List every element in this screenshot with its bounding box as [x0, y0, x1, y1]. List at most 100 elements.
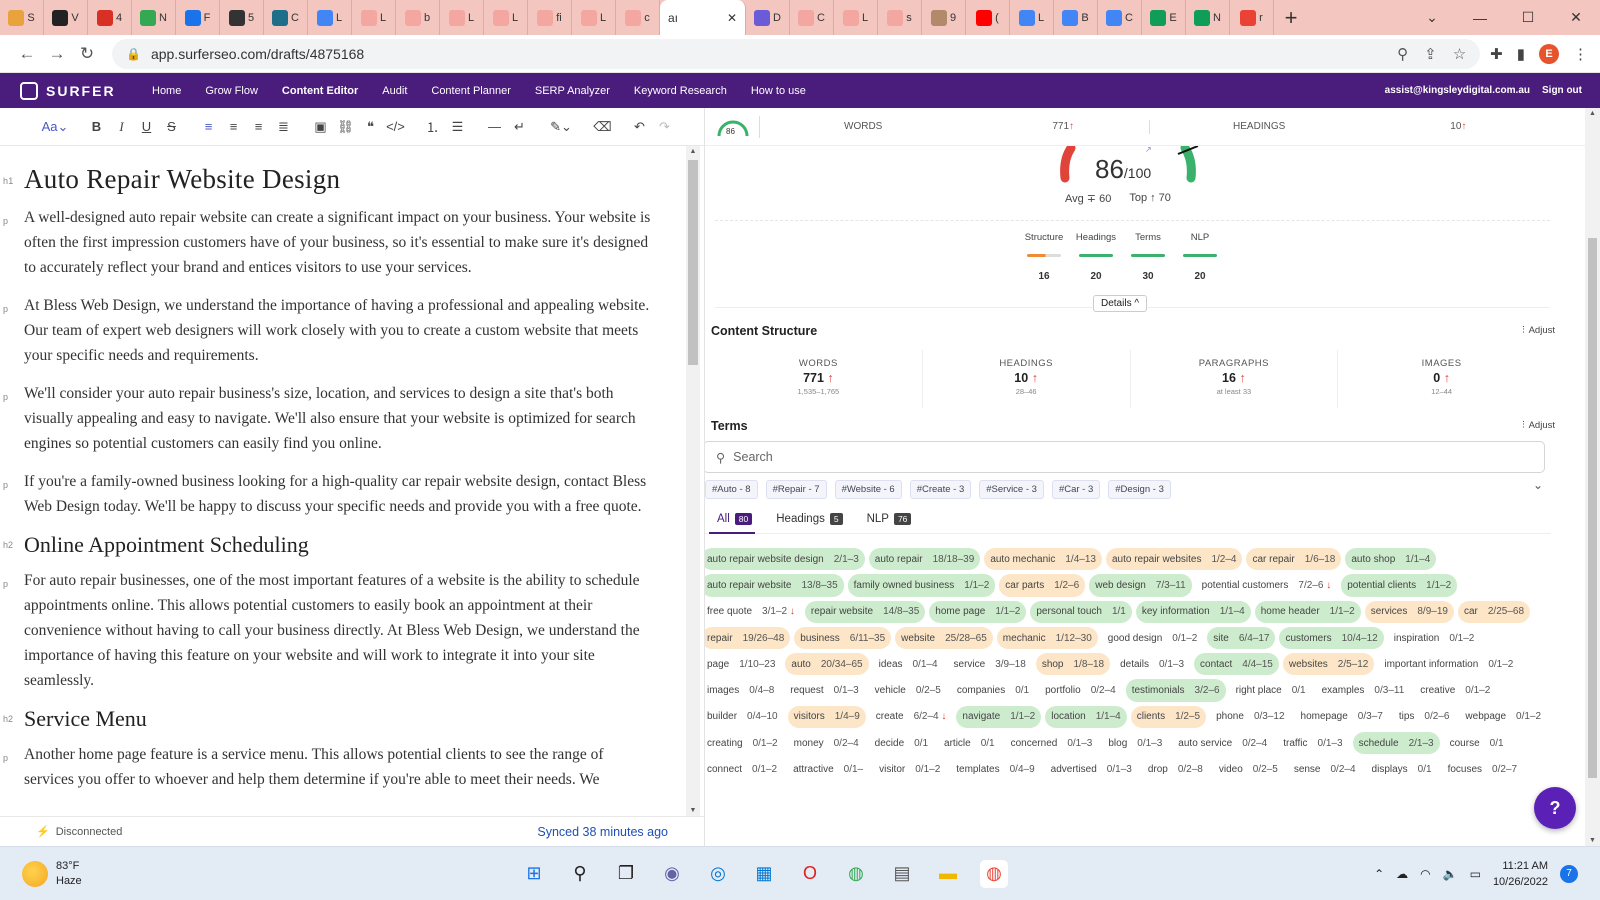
chevron-up-icon[interactable]: ⌃ [1374, 867, 1384, 881]
browser-tab[interactable]: 5 [220, 0, 264, 35]
browser-tab[interactable]: ( [966, 0, 1010, 35]
nav-content-editor[interactable]: Content Editor [270, 85, 370, 97]
ordered-list-icon[interactable]: ⒈ [420, 117, 445, 136]
nav-serp-analyzer[interactable]: SERP Analyzer [523, 85, 622, 97]
heading-2-scheduling[interactable]: h2 Online Appointment Scheduling [0, 532, 680, 558]
term-chip[interactable]: free quote 3/1–2 ↓ [705, 600, 801, 623]
term-chip[interactable]: drop 0/2–8 [1141, 758, 1209, 781]
redo-icon[interactable]: ↷ [652, 119, 677, 135]
term-chip[interactable]: contact 4/4–15 [1194, 653, 1279, 676]
term-chip[interactable]: portfolio 0/2–4 [1039, 679, 1122, 702]
panel-scrollbar[interactable]: ▲ ▼ [1585, 108, 1600, 846]
term-chip[interactable]: website 25/28–65 [895, 626, 993, 650]
notepad-icon[interactable]: ▤ [888, 860, 916, 888]
close-window-button[interactable]: ✕ [1552, 0, 1600, 35]
browser-tab[interactable]: fi [528, 0, 572, 35]
tab-search-icon[interactable]: ⌄ [1408, 0, 1456, 35]
font-size-dropdown[interactable]: Aa⌄ [38, 119, 72, 135]
term-chip[interactable]: websites 2/5–12 [1282, 653, 1375, 676]
help-chat-button[interactable]: ? [1534, 787, 1576, 829]
term-chip[interactable]: vehicle 0/2–5 [868, 679, 947, 702]
tab-headings[interactable]: Headings 5 [776, 513, 843, 525]
scroll-up-arrow[interactable]: ▲ [686, 148, 700, 155]
term-chip[interactable]: important information 0/1–2 [1378, 653, 1520, 676]
term-chip[interactable]: potential clients 1/1–2 [1341, 574, 1458, 597]
zoom-icon[interactable]: ⚲ [1397, 45, 1408, 63]
term-chip[interactable]: concerned 0/1–3 [1004, 732, 1099, 755]
term-chip[interactable]: key information 1/1–4 [1135, 600, 1251, 623]
minimize-button[interactable]: — [1456, 0, 1504, 35]
term-chip[interactable]: connect 0/1–2 [705, 758, 784, 781]
term-chip[interactable]: companies 0/1 [950, 679, 1036, 702]
hashtag-chip[interactable]: #Car - 3 [1051, 480, 1101, 499]
tab-all[interactable]: All 80 [717, 513, 753, 525]
term-chip[interactable]: creative 0/1–2 [1414, 679, 1497, 702]
weather-widget[interactable]: 83°F Haze [0, 859, 520, 889]
link-icon[interactable]: ⛓ [333, 119, 358, 135]
term-chip[interactable]: navigate 1/1–2 [956, 705, 1042, 729]
bullet-list-icon[interactable]: ☰ [445, 119, 470, 135]
term-chip[interactable]: repair 19/26–48 [705, 626, 791, 650]
term-chip[interactable]: decide 0/1 [868, 732, 935, 755]
term-chip[interactable]: builder 0/4–10 [705, 705, 784, 729]
hashtag-chip[interactable]: #Auto - 8 [705, 480, 758, 499]
term-chip[interactable]: clients 1/2–5 [1130, 705, 1207, 729]
term-chip[interactable]: auto shop 1/1–4 [1345, 548, 1437, 571]
browser-tab[interactable]: C [264, 0, 308, 35]
browser-tab[interactable]: C [790, 0, 834, 35]
term-chip[interactable]: creating 0/1–2 [705, 732, 784, 755]
browser-tab[interactable]: 4 [88, 0, 132, 35]
browser-tab[interactable]: L [484, 0, 528, 35]
browser-tab[interactable]: B [1054, 0, 1098, 35]
term-chip[interactable]: blog 0/1–3 [1102, 732, 1169, 755]
terms-score[interactable]: Terms 30 [1127, 232, 1169, 282]
task-view-icon[interactable]: ❐ [612, 860, 640, 888]
clock[interactable]: 11:21 AM 10/26/2022 [1493, 858, 1548, 890]
headings-score[interactable]: Headings 20 [1075, 232, 1117, 282]
term-chip[interactable]: ideas 0/1–4 [872, 653, 944, 676]
term-chip[interactable]: shop 1/8–18 [1035, 653, 1111, 676]
term-chip[interactable]: auto mechanic 1/4–13 [984, 548, 1102, 571]
term-chip[interactable]: schedule 2/1–3 [1352, 732, 1440, 755]
search-icon[interactable]: ⚲ [566, 860, 594, 888]
paragraph-3[interactable]: p We'll consider your auto repair busine… [0, 381, 680, 456]
opera-icon[interactable]: O [796, 860, 824, 888]
browser-tab[interactable]: L [352, 0, 396, 35]
new-tab-button[interactable]: + [1274, 5, 1308, 31]
nav-home[interactable]: Home [140, 85, 193, 97]
document-editor[interactable]: h1 Auto Repair Website Design p A well-d… [0, 146, 686, 816]
hashtag-chip[interactable]: #Create - 3 [909, 480, 972, 499]
browser-menu-icon[interactable]: ⋮ [1573, 45, 1588, 63]
term-chip[interactable]: traffic 0/1–3 [1277, 732, 1349, 755]
term-chip[interactable]: service 3/9–18 [947, 653, 1032, 676]
browser-tab[interactable]: L [572, 0, 616, 35]
onedrive-icon[interactable]: ☁ [1396, 867, 1408, 881]
nav-how-to-use[interactable]: How to use [739, 85, 818, 97]
term-chip[interactable]: article 0/1 [938, 732, 1001, 755]
panel-scroll-thumb[interactable] [1588, 238, 1597, 778]
active-tab[interactable]: aı ✕ [660, 0, 746, 35]
term-chip[interactable]: car parts 1/2–6 [999, 574, 1086, 597]
browser-tab[interactable]: N [1186, 0, 1230, 35]
strikethrough-icon[interactable]: S [159, 119, 184, 134]
nav-keyword-research[interactable]: Keyword Research [622, 85, 739, 97]
tab-nlp[interactable]: NLP 76 [867, 513, 912, 525]
clear-format-icon[interactable]: ⌫ [590, 119, 615, 135]
highlight-dropdown-icon[interactable]: ✎⌄ [544, 119, 578, 135]
italic-icon[interactable]: I [109, 119, 134, 135]
store-icon[interactable]: ▦ [750, 860, 778, 888]
term-chip[interactable]: location 1/1–4 [1045, 705, 1127, 729]
url-field[interactable]: 🔒 app.surferseo.com/drafts/4875168 ⚲ ⇪ ☆ [112, 38, 1481, 69]
align-justify-icon[interactable]: ≣ [271, 119, 296, 135]
term-chip[interactable]: car 2/25–68 [1457, 600, 1531, 623]
term-chip[interactable]: testimonials 3/2–6 [1125, 679, 1226, 702]
term-chip[interactable]: auto repair website design 2/1–3 [705, 548, 865, 571]
term-chip[interactable]: images 0/4–8 [705, 679, 781, 702]
term-chip[interactable]: web design 7/3–11 [1089, 574, 1192, 597]
heading-2-service-menu[interactable]: h2 Service Menu [0, 706, 680, 732]
start-icon[interactable]: ⊞ [520, 860, 548, 888]
nav-grow-flow[interactable]: Grow Flow [193, 85, 270, 97]
horizontal-rule-icon[interactable]: — [482, 119, 507, 134]
undo-icon[interactable]: ↶ [627, 119, 652, 135]
browser-tab[interactable]: 9 [922, 0, 966, 35]
